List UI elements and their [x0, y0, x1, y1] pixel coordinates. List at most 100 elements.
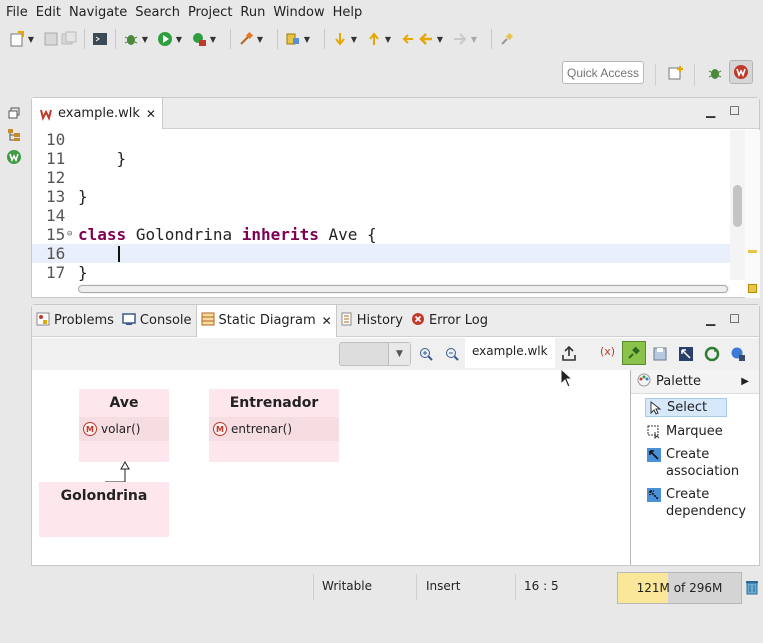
method-row[interactable]: Mvolar() — [79, 417, 169, 441]
menu-edit[interactable]: Edit — [32, 5, 65, 20]
tab-error-log[interactable]: Error Log — [407, 305, 492, 337]
hammer-icon[interactable] — [237, 30, 255, 48]
pin-view-icon[interactable] — [622, 341, 646, 365]
class-box-ave[interactable]: Ave Mvolar() — [79, 389, 169, 462]
run-dropdown-icon[interactable]: ▼ — [174, 35, 184, 44]
trash-icon[interactable] — [745, 579, 759, 599]
export-icon[interactable] — [560, 345, 578, 363]
heap-status[interactable]: 121M of 296M — [617, 572, 742, 604]
tab-label: Static Diagram — [218, 313, 316, 328]
class-box-entrenador[interactable]: Entrenador Mentrenar() — [209, 389, 339, 462]
back-icon[interactable] — [417, 30, 435, 48]
code-token: Golondrina — [135, 225, 233, 244]
palette-item-select[interactable]: Select — [645, 398, 727, 417]
code-line: 13} — [32, 187, 732, 206]
menu-file[interactable]: File — [2, 5, 32, 20]
debug-icon[interactable] — [122, 30, 140, 48]
annotation-marker[interactable] — [748, 250, 757, 253]
open-type-icon[interactable] — [284, 30, 302, 48]
forward-dropdown-icon[interactable]: ▼ — [469, 35, 479, 44]
method-row[interactable]: Mentrenar() — [209, 417, 339, 441]
open-perspective-icon[interactable] — [667, 64, 685, 82]
quick-access-input[interactable] — [562, 61, 644, 84]
new-icon[interactable] — [8, 30, 26, 48]
next-annotation-icon[interactable] — [331, 30, 349, 48]
wollok-file-icon — [38, 106, 54, 122]
palette-item-marquee[interactable]: Marquee — [631, 423, 759, 440]
tab-label: Console — [139, 313, 192, 328]
zoom-in-icon[interactable] — [417, 345, 435, 363]
code-line: 12 — [32, 168, 732, 187]
fold-icon[interactable]: ⊖ — [67, 225, 72, 244]
menu-window[interactable]: Window — [269, 5, 328, 20]
clean-layout-icon[interactable] — [677, 345, 695, 363]
zoom-out-icon[interactable] — [443, 345, 461, 363]
tab-problems[interactable]: Problems — [32, 305, 118, 337]
tab-example-wlk[interactable]: example.wlk ✕ — [32, 98, 163, 129]
hammer-dropdown-icon[interactable]: ▼ — [255, 35, 265, 44]
wollok-outline-icon[interactable] — [5, 148, 23, 166]
close-icon[interactable]: ✕ — [146, 107, 156, 121]
package-explorer-icon[interactable] — [5, 126, 23, 144]
palette-item-create-association[interactable]: Create association — [631, 446, 759, 480]
debug-perspective-icon[interactable] — [706, 64, 724, 82]
scroll-thumb[interactable] — [733, 185, 742, 227]
debug-dropdown-icon[interactable]: ▼ — [140, 35, 150, 44]
prev-annotation-icon[interactable] — [365, 30, 383, 48]
line-number: 15 — [46, 225, 66, 244]
next-annotation-dropdown-icon[interactable]: ▼ — [349, 35, 359, 44]
menu-project[interactable]: Project — [184, 5, 236, 20]
overview-ruler[interactable] — [745, 130, 760, 298]
open-type-dropdown-icon[interactable]: ▼ — [302, 35, 312, 44]
maximize-icon[interactable]: ☐ — [729, 104, 740, 118]
editor-tab-title: example.wlk — [58, 106, 140, 121]
save-all-icon[interactable] — [60, 30, 78, 48]
zoom-combo[interactable]: ▼ — [339, 342, 411, 366]
wollok-perspective-icon[interactable] — [729, 60, 753, 84]
method-icon: M — [83, 422, 97, 436]
save-icon[interactable] — [42, 30, 60, 48]
minimize-icon[interactable]: ▁ — [706, 104, 715, 118]
status-separator — [416, 574, 417, 600]
refresh-icon[interactable] — [703, 345, 721, 363]
chevron-right-icon[interactable]: ▶ — [741, 376, 749, 387]
code-area[interactable]: 10 11 } 12 13} 14 15 ⊖ class Golondrina in… — [32, 130, 732, 282]
line-text: class Golondrina inherits Ave { — [78, 225, 377, 244]
menu-navigate[interactable]: Navigate — [65, 5, 131, 20]
palette-header[interactable]: Palette ▶ — [631, 370, 759, 394]
menu-run[interactable]: Run — [236, 5, 269, 20]
close-icon[interactable]: ✕ — [322, 314, 332, 328]
external-tools-dropdown-icon[interactable]: ▼ — [208, 35, 218, 44]
editor-vertical-scrollbar[interactable] — [730, 130, 745, 280]
minimize-icon[interactable]: ▁ — [706, 312, 715, 326]
new-dropdown-icon[interactable]: ▼ — [26, 35, 36, 44]
last-edit-icon[interactable] — [399, 30, 417, 48]
diagram-canvas[interactable]: Ave Mvolar() Entrenador Mentrenar() Golo… — [36, 368, 630, 565]
chevron-down-icon[interactable]: ▼ — [388, 343, 410, 365]
menu-help[interactable]: Help — [329, 5, 367, 20]
prev-annotation-dropdown-icon[interactable]: ▼ — [383, 35, 393, 44]
save-diagram-icon[interactable] — [651, 345, 669, 363]
editor-horizontal-scrollbar[interactable] — [78, 284, 730, 294]
run-icon[interactable] — [156, 30, 174, 48]
class-box-golondrina[interactable]: Golondrina — [39, 482, 169, 537]
palette-item-create-dependency[interactable]: Create dependency — [631, 486, 759, 520]
show-associations-icon[interactable] — [729, 345, 747, 363]
tab-console[interactable]: Console — [118, 305, 196, 337]
tab-history[interactable]: History — [337, 305, 407, 337]
terminal-icon[interactable] — [91, 30, 109, 48]
clear-icon[interactable]: (x) — [600, 345, 615, 358]
maximize-icon[interactable]: ☐ — [729, 312, 740, 326]
tab-static-diagram[interactable]: Static Diagram ✕ — [195, 304, 337, 337]
menu-search[interactable]: Search — [131, 5, 184, 20]
history-icon — [341, 312, 353, 330]
marquee-icon — [647, 425, 661, 440]
scroll-thumb[interactable] — [78, 285, 728, 293]
pin-icon[interactable] — [498, 30, 516, 48]
method-name: volar() — [101, 422, 141, 436]
tab-label: Problems — [54, 313, 114, 328]
forward-icon[interactable] — [451, 30, 469, 48]
external-tools-icon[interactable] — [190, 30, 208, 48]
back-dropdown-icon[interactable]: ▼ — [435, 35, 445, 44]
restore-icon[interactable] — [5, 104, 23, 122]
